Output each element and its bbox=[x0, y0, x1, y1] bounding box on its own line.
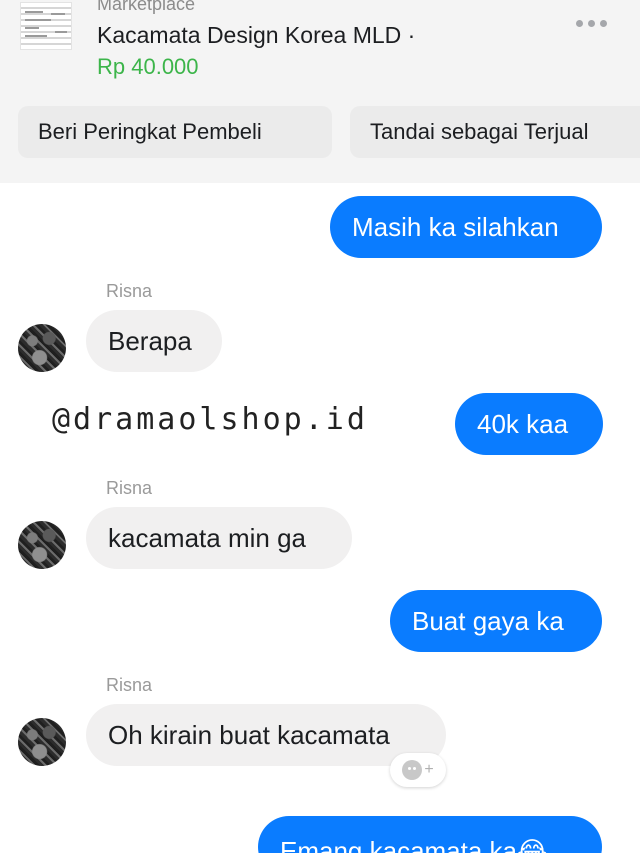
incoming-message[interactable]: Berapa bbox=[86, 310, 222, 372]
marketplace-header: Marketplace Kacamata Design Korea MLD · … bbox=[0, 0, 640, 183]
add-reaction-icon[interactable]: + bbox=[390, 753, 446, 787]
outgoing-message[interactable]: Buat gaya ka bbox=[390, 590, 602, 652]
more-horizontal-icon bbox=[575, 19, 583, 27]
avatar[interactable] bbox=[18, 521, 66, 569]
avatar[interactable] bbox=[18, 718, 66, 766]
product-title[interactable]: Kacamata Design Korea MLD · bbox=[97, 22, 415, 49]
outgoing-message[interactable]: Emang kacamata ka😂 bbox=[258, 816, 602, 853]
rate-buyer-button[interactable]: Beri Peringkat Pembeli bbox=[18, 106, 332, 158]
marketplace-label: Marketplace bbox=[97, 0, 196, 14]
chat-screen: Marketplace Kacamata Design Korea MLD · … bbox=[0, 0, 640, 853]
outgoing-message[interactable]: Masih ka silahkan bbox=[330, 196, 602, 258]
sender-name: Risna bbox=[106, 281, 153, 301]
incoming-message[interactable]: Oh kirain buat kacamata bbox=[86, 704, 446, 766]
avatar[interactable] bbox=[18, 324, 66, 372]
incoming-message[interactable]: kacamata min ga bbox=[86, 507, 352, 569]
outgoing-message[interactable]: 40k kaa bbox=[455, 393, 603, 455]
watermark-text: @dramaolshop.id bbox=[52, 402, 368, 437]
mark-as-sold-button[interactable]: Tandai sebagai Terjual bbox=[350, 106, 640, 158]
sender-name: Risna bbox=[106, 675, 153, 695]
product-thumbnail[interactable] bbox=[20, 2, 72, 50]
sender-name: Risna bbox=[106, 478, 153, 498]
product-price: Rp 40.000 bbox=[97, 54, 199, 79]
more-options-button[interactable] bbox=[568, 10, 614, 36]
